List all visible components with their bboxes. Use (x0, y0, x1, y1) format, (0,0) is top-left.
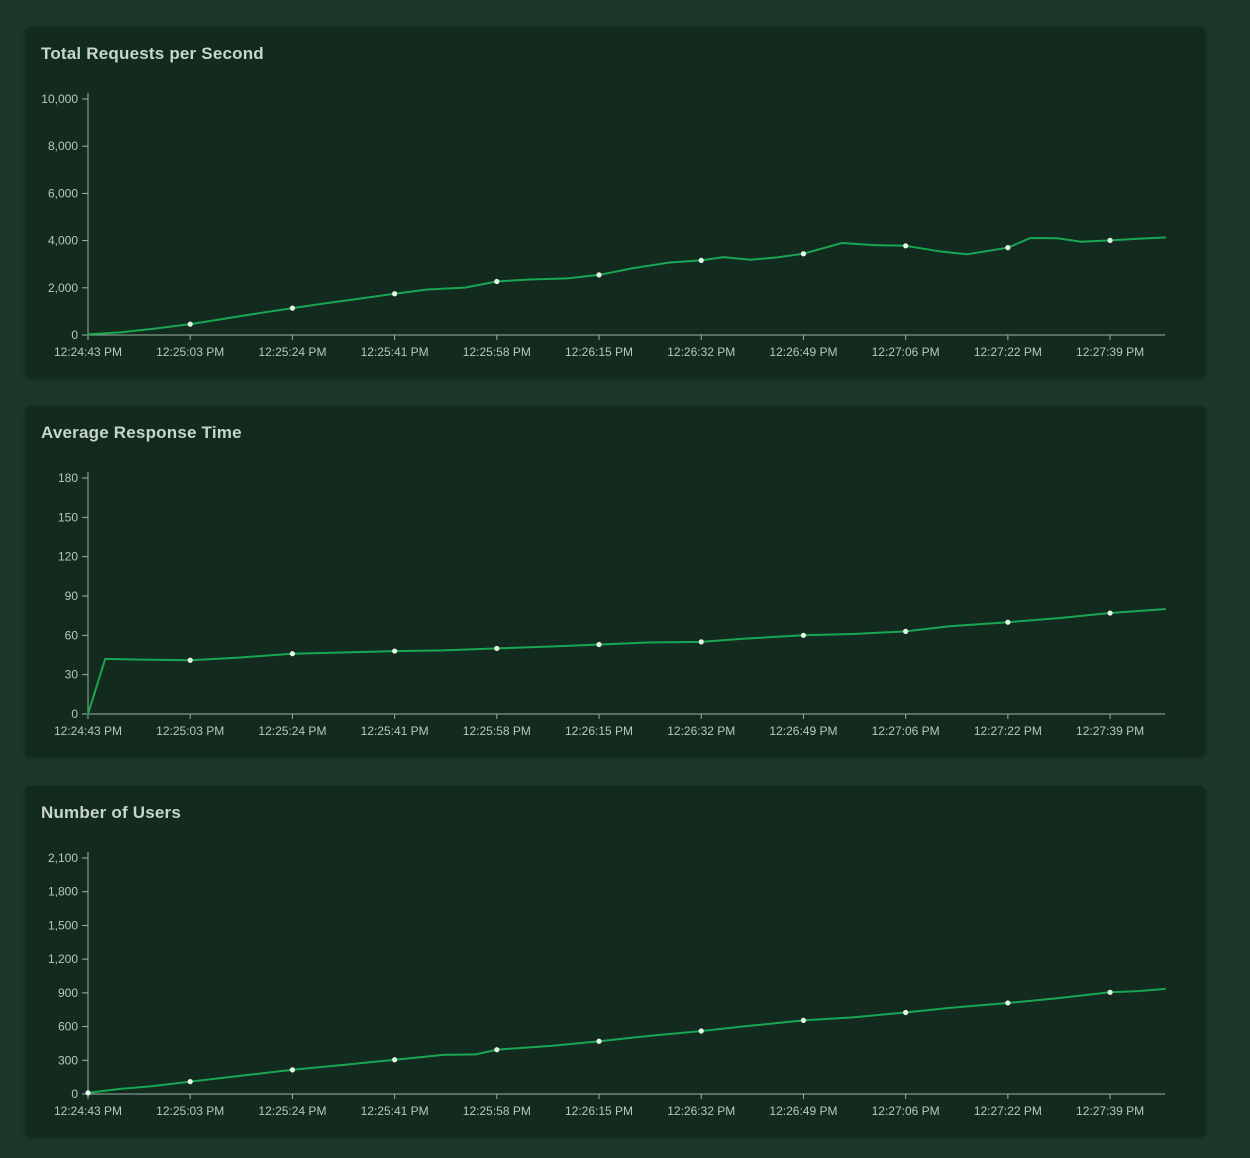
svg-text:90: 90 (65, 589, 79, 603)
svg-text:12:27:06 PM: 12:27:06 PM (872, 345, 940, 359)
svg-text:1,200: 1,200 (48, 952, 78, 966)
svg-text:12:26:49 PM: 12:26:49 PM (769, 724, 837, 738)
svg-text:12:26:32 PM: 12:26:32 PM (667, 1104, 735, 1118)
svg-text:6,000: 6,000 (48, 186, 78, 200)
svg-text:12:27:22 PM: 12:27:22 PM (974, 1104, 1042, 1118)
svg-text:180: 180 (58, 471, 78, 485)
svg-text:150: 150 (58, 510, 78, 524)
svg-text:0: 0 (71, 1087, 78, 1101)
svg-text:12:24:43 PM: 12:24:43 PM (54, 345, 122, 359)
chart-canvas-number-of-users[interactable]: 0 300 600 900 1,200 1,500 1,800 2,100 12:24:43 P… (25, 786, 1206, 1137)
svg-text:12:27:06 PM: 12:27:06 PM (872, 1104, 940, 1118)
svg-text:4,000: 4,000 (48, 234, 78, 248)
svg-text:30: 30 (65, 668, 79, 682)
svg-text:12:25:03 PM: 12:25:03 PM (156, 1104, 224, 1118)
svg-text:12:27:22 PM: 12:27:22 PM (974, 724, 1042, 738)
svg-text:12:25:24 PM: 12:25:24 PM (258, 1104, 326, 1118)
svg-text:10,000: 10,000 (41, 92, 78, 106)
svg-text:12:27:22 PM: 12:27:22 PM (974, 345, 1042, 359)
svg-text:12:26:32 PM: 12:26:32 PM (667, 724, 735, 738)
svg-text:12:26:15 PM: 12:26:15 PM (565, 345, 633, 359)
svg-text:12:25:03 PM: 12:25:03 PM (156, 724, 224, 738)
svg-text:900: 900 (58, 986, 78, 1000)
svg-text:12:26:15 PM: 12:26:15 PM (565, 724, 633, 738)
chart-card-number-of-users: Number of Users 0 300 600 900 1,200 1,500 1,80… (25, 786, 1206, 1137)
svg-text:300: 300 (58, 1053, 78, 1067)
svg-text:12:24:43 PM: 12:24:43 PM (54, 724, 122, 738)
svg-text:12:25:03 PM: 12:25:03 PM (156, 345, 224, 359)
svg-text:12:26:49 PM: 12:26:49 PM (769, 345, 837, 359)
chart-card-total-rps: Total Requests per Second 0 2,000 4,000 6,0… (25, 27, 1206, 378)
chart-canvas-avg-response-time[interactable]: 0 30 60 90 120 150 180 12:24:43 PM 12:25:03 PM 12… (25, 406, 1206, 757)
svg-text:12:25:24 PM: 12:25:24 PM (258, 345, 326, 359)
svg-text:8,000: 8,000 (48, 139, 78, 153)
chart-card-avg-response-time: Average Response Time 0 30 60 90 120 150 180 12… (25, 406, 1206, 757)
svg-text:12:27:39 PM: 12:27:39 PM (1076, 345, 1144, 359)
svg-text:2,000: 2,000 (48, 281, 78, 295)
svg-text:12:25:41 PM: 12:25:41 PM (361, 1104, 429, 1118)
svg-text:120: 120 (58, 550, 78, 564)
svg-text:12:25:24 PM: 12:25:24 PM (258, 724, 326, 738)
svg-text:12:25:58 PM: 12:25:58 PM (463, 724, 531, 738)
svg-text:600: 600 (58, 1020, 78, 1034)
svg-text:60: 60 (65, 628, 79, 642)
svg-text:0: 0 (71, 707, 78, 721)
svg-text:12:25:41 PM: 12:25:41 PM (361, 345, 429, 359)
svg-text:12:25:58 PM: 12:25:58 PM (463, 1104, 531, 1118)
svg-text:12:27:39 PM: 12:27:39 PM (1076, 1104, 1144, 1118)
svg-text:12:24:43 PM: 12:24:43 PM (54, 1104, 122, 1118)
svg-text:12:25:58 PM: 12:25:58 PM (463, 345, 531, 359)
svg-text:0: 0 (71, 328, 78, 342)
svg-text:12:26:15 PM: 12:26:15 PM (565, 1104, 633, 1118)
svg-text:2,100: 2,100 (48, 851, 78, 865)
svg-text:12:27:39 PM: 12:27:39 PM (1076, 724, 1144, 738)
svg-text:12:26:32 PM: 12:26:32 PM (667, 345, 735, 359)
load-test-dashboard: { "theme": { "page_background": "#1c3829… (0, 0, 1250, 1158)
chart-canvas-total-rps[interactable]: 0 2,000 4,000 6,000 8,000 10,000 12:24:43 PM 12… (25, 27, 1206, 378)
svg-text:12:25:41 PM: 12:25:41 PM (361, 724, 429, 738)
svg-text:1,800: 1,800 (48, 885, 78, 899)
svg-text:12:27:06 PM: 12:27:06 PM (872, 724, 940, 738)
svg-text:1,500: 1,500 (48, 918, 78, 932)
svg-text:12:26:49 PM: 12:26:49 PM (769, 1104, 837, 1118)
